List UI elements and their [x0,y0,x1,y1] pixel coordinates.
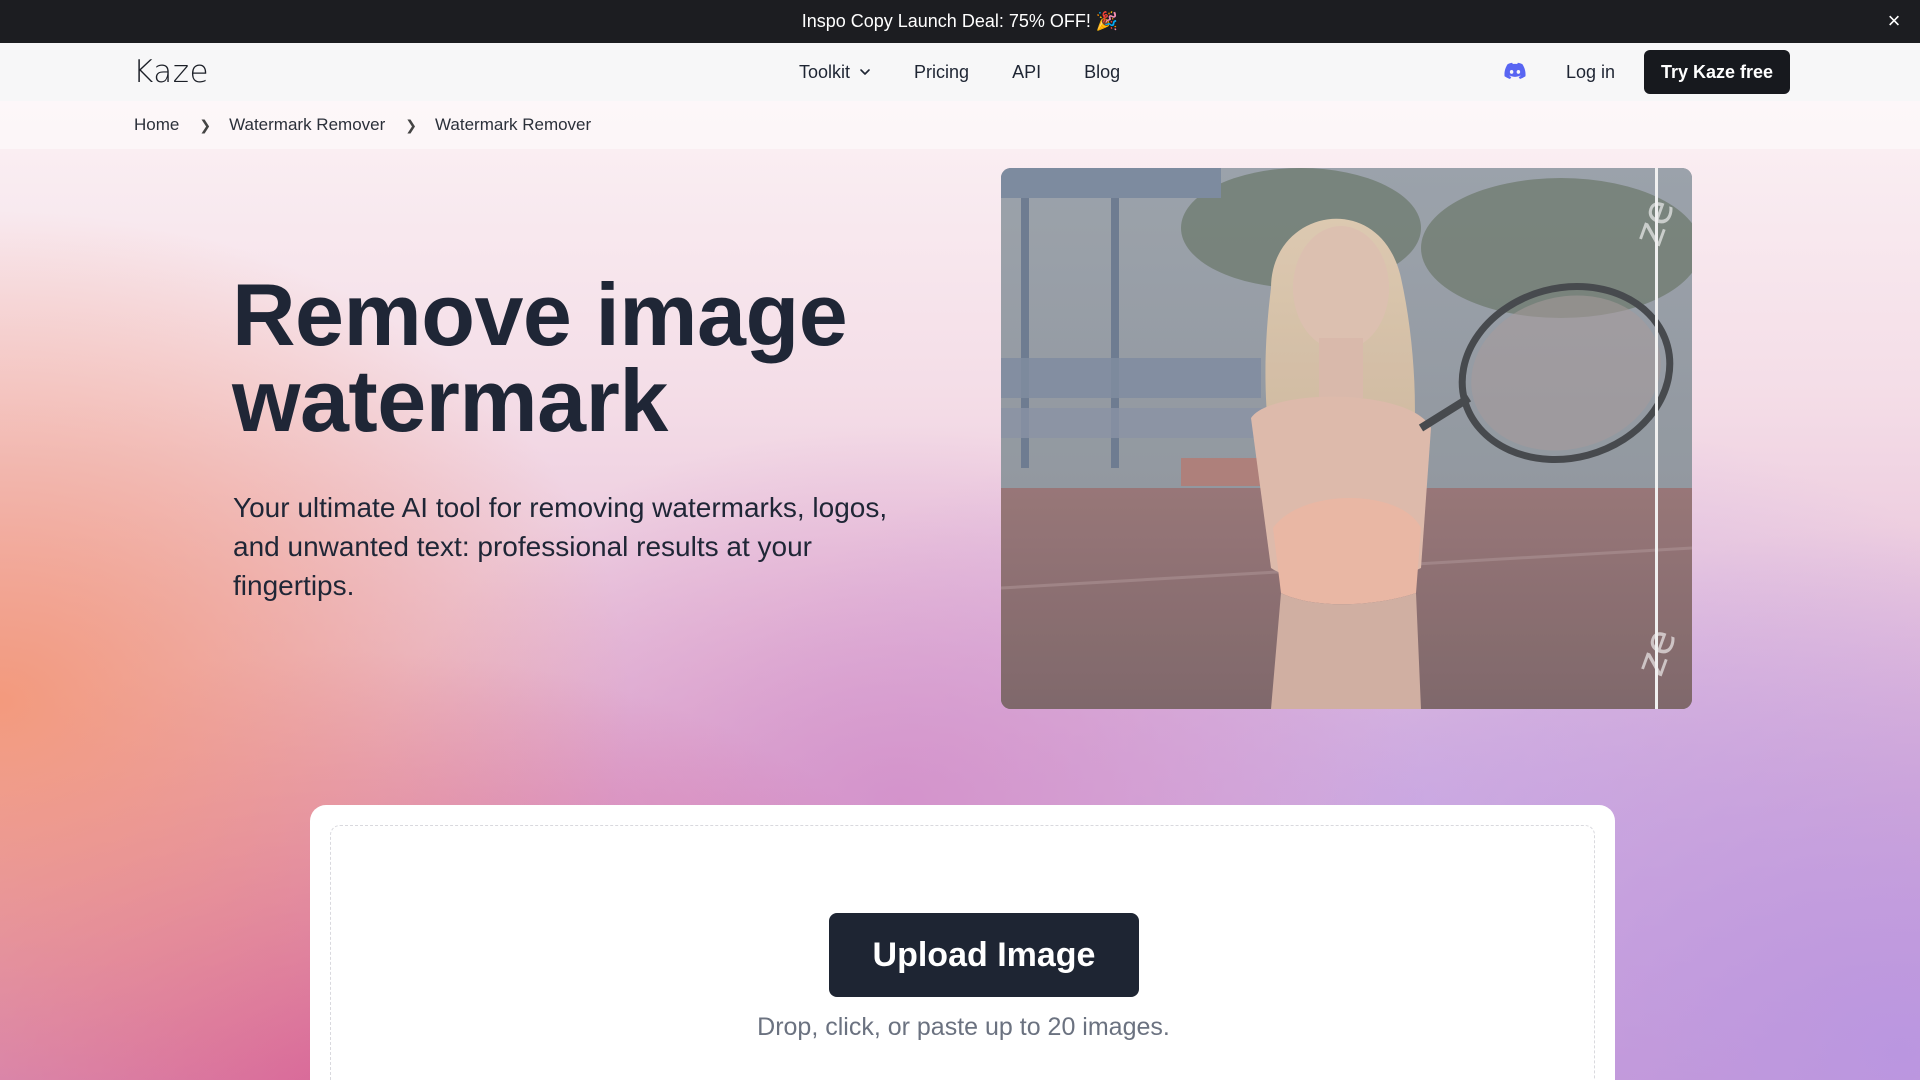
page-title-line-2: watermark [232,351,668,450]
chevron-right-icon: ❯ [405,116,417,133]
chevron-right-icon: ❯ [199,116,212,133]
discord-icon[interactable] [1504,62,1526,80]
page-title: Remove image watermark [232,271,952,445]
chevron-down-icon [860,69,870,75]
nav-item-api[interactable]: API [1012,62,1041,83]
try-kaze-free-button[interactable]: Try Kaze free [1644,50,1790,94]
breadcrumb: Home ❯ Watermark Remover ❯ Watermark Rem… [134,101,1920,149]
top-navigation: Kaze Toolkit Pricing API Blog Log in Try… [0,43,1920,101]
compare-slider-handle[interactable] [1655,168,1658,709]
promo-banner: Inspo Copy Launch Deal: 75% OFF! 🎉 × [0,0,1920,43]
upload-card: Upload Image Drop, click, or paste up to… [310,805,1615,1080]
page-title-line-1: Remove image [232,265,848,364]
page-subtitle: Your ultimate AI tool for removing water… [233,492,888,601]
nav-item-toolkit[interactable]: Toolkit [799,62,871,83]
upload-dropzone[interactable]: Upload Image Drop, click, or paste up to… [330,825,1595,1080]
upload-hint: Drop, click, or paste up to 20 images. [757,1013,1170,1041]
nav-item-pricing[interactable]: Pricing [914,62,969,83]
before-after-preview-image[interactable]: ze ze [1001,168,1692,709]
breadcrumb-watermark-remover[interactable]: Watermark Remover [229,115,385,135]
breadcrumb-current: Watermark Remover [435,115,592,134]
upload-image-button[interactable]: Upload Image [829,913,1139,997]
login-link[interactable]: Log in [1566,43,1615,101]
promo-text: Inspo Copy Launch Deal: 75% OFF! 🎉 [801,11,1119,31]
nav-links: Toolkit Pricing API Blog [799,43,1163,101]
breadcrumb-home[interactable]: Home [134,115,179,135]
nav-item-blog[interactable]: Blog [1084,62,1120,83]
tennis-player-photo: ze ze [1001,168,1692,709]
close-icon[interactable]: × [1882,9,1906,33]
kaze-logo[interactable]: Kaze [133,54,209,90]
nav-item-toolkit-label: Toolkit [799,61,851,82]
